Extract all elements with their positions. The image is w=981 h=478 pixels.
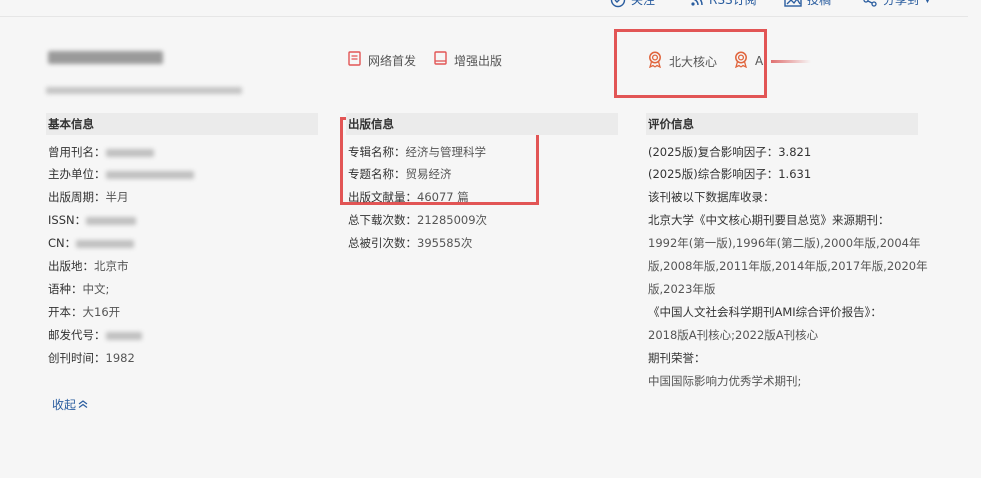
follow-button[interactable]: 关注 — [610, 0, 655, 8]
online-first-tag[interactable]: 网络首发 — [348, 51, 416, 69]
cn-row: CN： — [48, 235, 135, 251]
share-icon — [862, 0, 878, 8]
chevron-down-icon: ▼ — [924, 0, 931, 5]
rss-icon — [690, 0, 704, 7]
rss-label: RSS订阅 — [709, 0, 757, 7]
comprehensive-impact-factor: (2025版)综合影响因子：1.631 — [648, 167, 812, 181]
share-label: 分享到 — [883, 0, 920, 7]
ami-report-heading: 《中国人文社会科学期刊AMI综合评价报告》： — [648, 305, 882, 319]
downloads-label: 总下载次数： — [348, 213, 417, 227]
language-row: 语种：中文; — [48, 281, 109, 297]
former-name-label: 曾用刊名： — [48, 145, 106, 159]
journal-subtitle-redacted — [46, 87, 242, 94]
postal-label: 邮发代号： — [48, 328, 106, 342]
sponsor-row: 主办单位： — [48, 166, 194, 182]
share-button[interactable]: 分享到 ▼ — [862, 0, 931, 8]
enhanced-publish-tag[interactable]: 增强出版 — [434, 51, 502, 69]
basic-info-header: 基本信息 — [46, 113, 318, 135]
sponsor-redacted — [105, 170, 194, 179]
place-row: 出版地：北京市 — [48, 258, 129, 274]
issn-label: ISSN： — [48, 213, 87, 227]
topic-row: 专题名称：贸易经济 — [348, 166, 452, 182]
indexed-databases-heading: 该刊被以下数据库收录： — [648, 190, 775, 204]
double-chevron-up-icon — [78, 398, 88, 412]
publication-info-header: 出版信息 — [346, 113, 618, 135]
collapse-label: 收起 — [52, 398, 77, 412]
postal-code-row: 邮发代号： — [48, 327, 142, 343]
pku-source-heading: 北京大学《中文核心期刊要目总览》来源期刊： — [648, 213, 890, 227]
journal-title-redacted — [48, 51, 163, 64]
top-action-bar: 关注 RSS订阅 投稿 分享到 ▼ — [0, 0, 981, 11]
former-name-redacted — [105, 148, 154, 157]
collapse-button[interactable]: 收起 — [52, 396, 88, 413]
online-first-label: 网络首发 — [368, 53, 417, 68]
downloads-value: 21285009次 — [417, 213, 488, 227]
series-label: 专辑名称： — [348, 145, 406, 159]
award-icon — [647, 51, 663, 71]
issn-row: ISSN： — [48, 212, 137, 228]
follow-label: 关注 — [631, 0, 656, 7]
period-value: 半月 — [105, 190, 129, 204]
citations-label: 总被引次数： — [348, 236, 417, 250]
journal-honors-value: 中国国际影响力优秀学术期刊; — [648, 374, 802, 388]
founded-label: 创刊时间： — [48, 351, 106, 365]
series-row: 专辑名称：经济与管理科学 — [348, 144, 486, 160]
badge-fade — [771, 59, 812, 63]
cn-redacted — [76, 239, 135, 248]
article-count-value: 46077 篇 — [417, 190, 469, 204]
image-icon — [784, 0, 802, 8]
language-label: 语种： — [48, 282, 83, 296]
format-row: 开本：大16开 — [48, 304, 120, 320]
book-icon — [434, 51, 447, 69]
rss-button[interactable]: RSS订阅 — [690, 0, 757, 8]
article-count-label: 出版文献量： — [348, 190, 417, 204]
cn-label: CN： — [48, 236, 77, 250]
pku-core-badge: 北大核心 — [647, 51, 717, 71]
pku-core-label: 北大核心 — [669, 54, 718, 69]
founded-row: 创刊时间：1982 — [48, 350, 135, 366]
ami-report-value: 2018版A刊核心;2022版A刊核心 — [648, 328, 819, 342]
article-count-row: 出版文献量：46077 篇 — [348, 189, 469, 205]
series-value: 经济与管理科学 — [405, 145, 487, 159]
downloads-row: 总下载次数：21285009次 — [348, 212, 487, 228]
place-label: 出版地： — [48, 259, 94, 273]
issn-redacted — [86, 216, 137, 225]
former-name-row: 曾用刊名： — [48, 144, 154, 160]
founded-value: 1982 — [105, 351, 135, 365]
top-divider — [0, 16, 968, 17]
place-value: 北京市 — [94, 259, 129, 273]
pku-years-line-1: 1992年(第一版),1996年(第二版),2000年版,2004年 — [648, 236, 921, 250]
follow-icon — [610, 0, 626, 8]
format-label: 开本： — [48, 305, 83, 319]
submit-button[interactable]: 投稿 — [784, 0, 831, 8]
citations-value: 395585次 — [417, 236, 473, 250]
language-value: 中文; — [82, 282, 110, 296]
ami-core-badge: A — [733, 51, 812, 71]
ami-core-label: A — [755, 54, 764, 68]
pku-years-line-3: 版,2023年版 — [648, 282, 716, 296]
award-icon — [733, 51, 749, 71]
format-value: 大16开 — [82, 305, 121, 319]
topic-value: 贸易经济 — [405, 167, 452, 181]
sponsor-label: 主办单位： — [48, 167, 106, 181]
enhanced-label: 增强出版 — [454, 53, 503, 68]
citations-row: 总被引次数：395585次 — [348, 235, 472, 251]
postal-redacted — [105, 331, 142, 340]
composite-impact-factor: (2025版)复合影响因子：3.821 — [648, 145, 812, 159]
evaluation-info-header: 评价信息 — [646, 113, 918, 135]
submit-label: 投稿 — [807, 0, 832, 7]
period-label: 出版周期： — [48, 190, 106, 204]
pku-years-line-2: 版,2008年版,2011年版,2014年版,2017年版,2020年 — [648, 259, 928, 273]
journal-honors-heading: 期刊荣誉： — [648, 351, 706, 365]
period-row: 出版周期：半月 — [48, 189, 129, 205]
topic-label: 专题名称： — [348, 167, 406, 181]
document-icon — [348, 51, 361, 69]
